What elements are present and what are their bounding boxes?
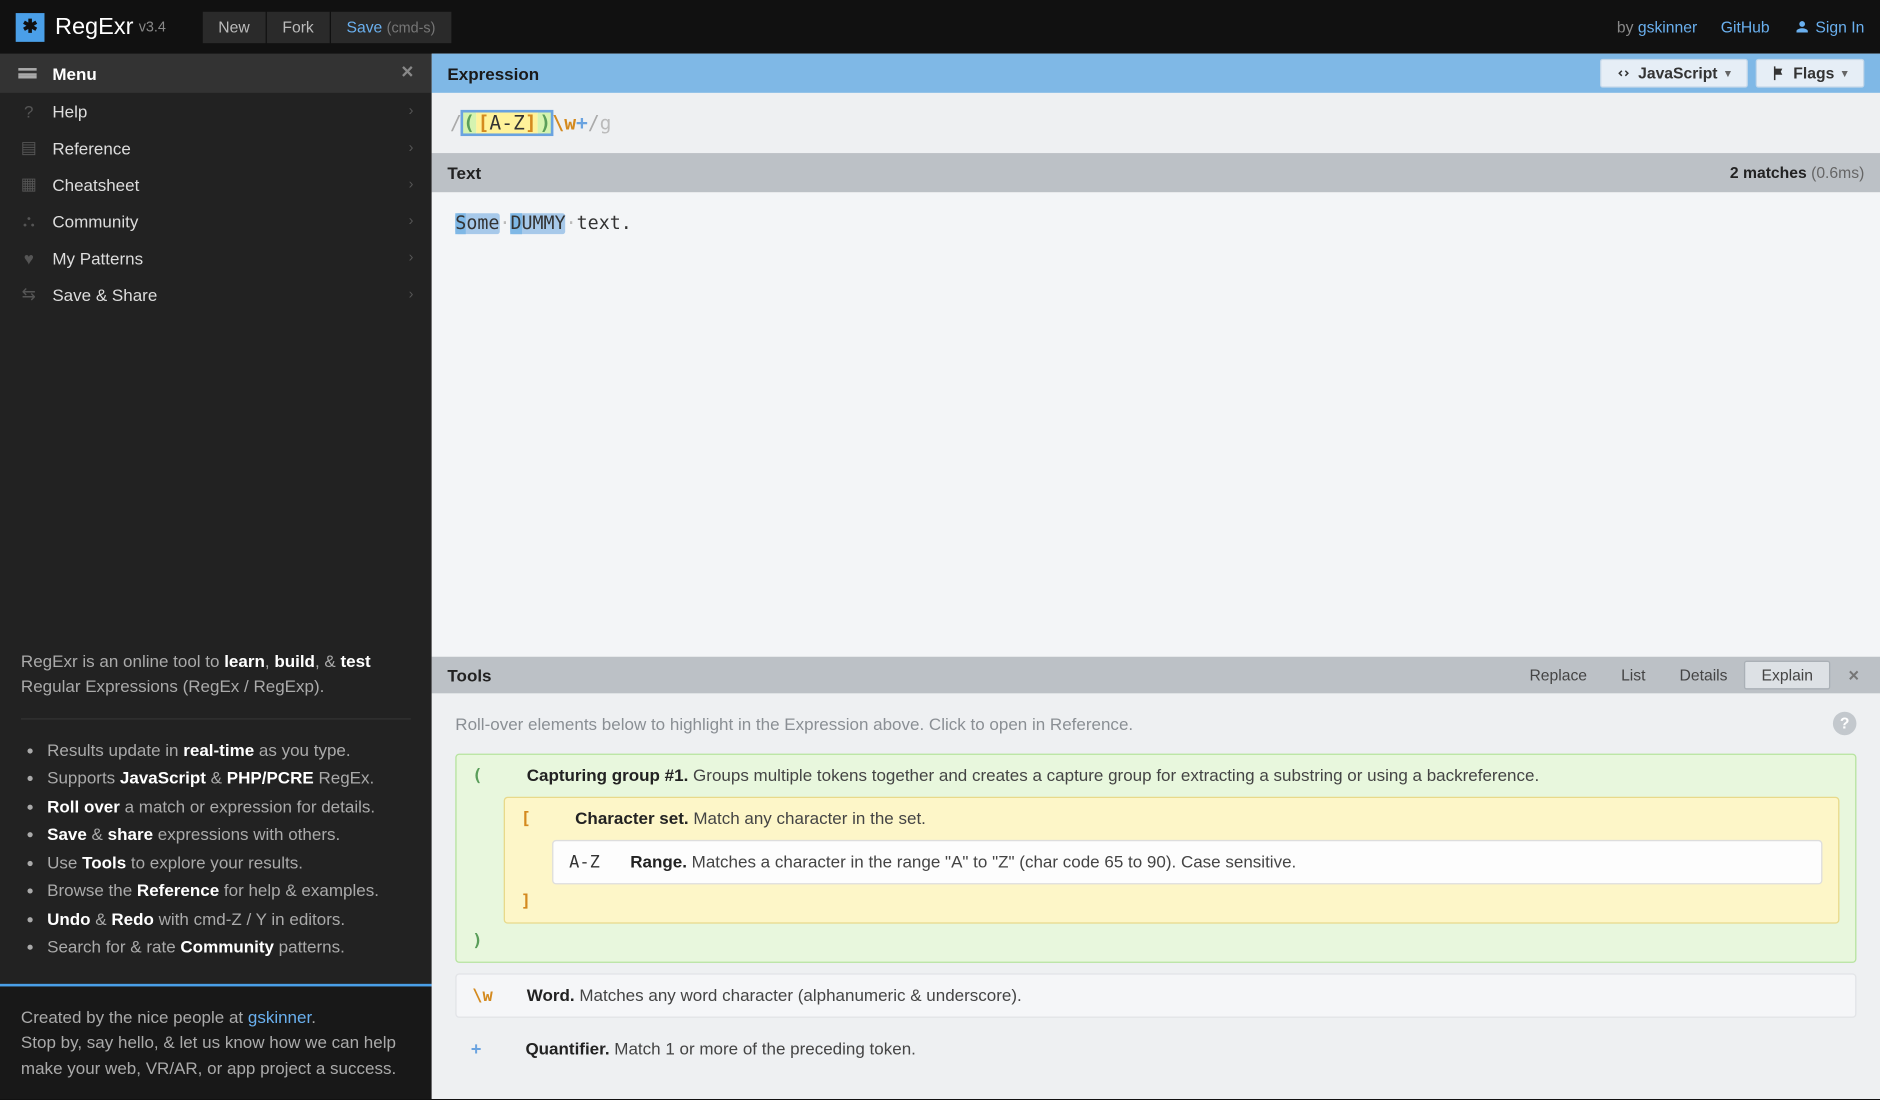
explain-range[interactable]: A-Z Range. Matches a character in the ra… bbox=[552, 840, 1822, 884]
chevron-right-icon: › bbox=[409, 287, 414, 303]
user-icon bbox=[1793, 18, 1810, 35]
tool-tab-list[interactable]: List bbox=[1604, 661, 1662, 690]
signin-label: Sign In bbox=[1815, 18, 1864, 36]
sidebar: Menu × ? Help › ▤ Reference › ▦ Cheatsheet › ⛬ Com… bbox=[0, 54, 432, 1099]
sidebar-item-label: Cheatsheet bbox=[52, 175, 139, 195]
chevron-right-icon: › bbox=[409, 213, 414, 229]
expression-input[interactable]: / ([A-Z]) \w+/g bbox=[432, 93, 1880, 153]
about-bullet: Browse the Reference for help & examples… bbox=[47, 878, 411, 904]
expr-range: A-Z bbox=[489, 111, 524, 135]
share-icon: ⇆ bbox=[18, 284, 39, 305]
footer-line2: Stop by, say hello, & let us know how we… bbox=[21, 1030, 411, 1081]
expr-quantifier: + bbox=[576, 111, 588, 135]
chevron-down-icon: ▼ bbox=[1723, 67, 1733, 79]
sidebar-item-label: Help bbox=[52, 101, 87, 121]
expr-group-close: ) bbox=[538, 111, 552, 135]
about-bullet: Use Tools to explore your results. bbox=[47, 850, 411, 876]
footer-created: Created by the nice people at gskinner. bbox=[21, 1004, 411, 1030]
sidebar-item-cheatsheet[interactable]: ▦ Cheatsheet › bbox=[0, 166, 432, 203]
book-icon: ▤ bbox=[18, 137, 39, 158]
about-bullet: Save & share expressions with others. bbox=[47, 822, 411, 848]
explain-group-close: ) bbox=[472, 931, 501, 951]
menu-header: Menu × bbox=[0, 54, 432, 93]
tools-header: Tools ReplaceListDetailsExplain × bbox=[432, 657, 1880, 694]
expr-charset-close: ] bbox=[525, 111, 537, 135]
code-icon bbox=[1615, 64, 1633, 82]
about-bullet: Results update in real-time as you type. bbox=[47, 737, 411, 763]
tool-tab-explain[interactable]: Explain bbox=[1745, 661, 1831, 690]
about-bullet: Search for & rate Community patterns. bbox=[47, 934, 411, 960]
expr-charset-open: [ bbox=[478, 111, 490, 135]
by-label: by gskinner bbox=[1617, 18, 1697, 36]
sidebar-item-label: Save & Share bbox=[52, 285, 157, 305]
expression-title: Expression bbox=[447, 63, 539, 83]
heart-icon: ♥ bbox=[18, 247, 39, 268]
explain-charset-close: ] bbox=[521, 892, 550, 912]
tools-title: Tools bbox=[447, 665, 491, 685]
about-bullet: Supports JavaScript & PHP/PCRE RegEx. bbox=[47, 765, 411, 791]
expr-group-open: ( bbox=[462, 111, 476, 135]
menu-list-icon bbox=[18, 68, 39, 78]
explain-quantifier[interactable]: + Quantifier. Match 1 or more of the pre… bbox=[455, 1028, 1856, 1070]
flags-dropdown[interactable]: Flags ▼ bbox=[1755, 59, 1864, 88]
chevron-right-icon: › bbox=[409, 103, 414, 119]
sidebar-footer: Created by the nice people at gskinner. … bbox=[0, 983, 432, 1099]
expression-header: Expression JavaScript ▼ Flags ▼ bbox=[432, 54, 1880, 93]
tool-tab-replace[interactable]: Replace bbox=[1512, 661, 1604, 690]
text-title: Text bbox=[447, 163, 481, 183]
save-button-label: Save bbox=[346, 18, 382, 36]
sidebar-item-label: Community bbox=[52, 211, 138, 231]
chevron-down-icon: ▼ bbox=[1840, 67, 1850, 79]
sidebar-item-save-share[interactable]: ⇆ Save & Share › bbox=[0, 276, 432, 313]
explain-word[interactable]: \w Word. Matches any word character (alp… bbox=[455, 973, 1856, 1017]
text-input[interactable]: Some·DUMMY·text. bbox=[432, 192, 1880, 656]
tools-hint-text: Roll-over elements below to highlight in… bbox=[455, 714, 1133, 734]
flavor-dropdown[interactable]: JavaScript ▼ bbox=[1600, 59, 1747, 88]
brand-name: RegExr bbox=[55, 13, 134, 40]
fork-button[interactable]: Fork bbox=[267, 11, 330, 42]
sidebar-item-label: My Patterns bbox=[52, 248, 143, 268]
expr-word-class: \w bbox=[552, 111, 576, 135]
save-button-hint: (cmd-s) bbox=[387, 20, 436, 36]
flag-icon bbox=[1770, 64, 1788, 82]
about-bullet: Undo & Redo with cmd-Z / Y in editors. bbox=[47, 906, 411, 932]
about-panel: RegExr is an online tool to learn, build… bbox=[0, 627, 432, 983]
people-icon: ⛬ bbox=[18, 211, 39, 232]
text-header: Text 2 matches (0.6ms) bbox=[432, 153, 1880, 192]
flavor-label: JavaScript bbox=[1638, 64, 1717, 82]
about-bullet: Roll over a match or expression for deta… bbox=[47, 793, 411, 819]
signin-link[interactable]: Sign In bbox=[1793, 18, 1864, 36]
explain-charset[interactable]: [ Character set. Match any character in … bbox=[504, 797, 1840, 924]
flags-label: Flags bbox=[1793, 64, 1834, 82]
github-link[interactable]: GitHub bbox=[1721, 18, 1770, 36]
expr-flags: g bbox=[600, 111, 612, 135]
save-button[interactable]: Save (cmd-s) bbox=[331, 11, 451, 42]
match-count: 2 matches (0.6ms) bbox=[1730, 164, 1864, 182]
document-icon: ▦ bbox=[18, 174, 39, 195]
sidebar-item-reference[interactable]: ▤ Reference › bbox=[0, 130, 432, 167]
logo-icon: ✱ bbox=[16, 12, 45, 41]
about-intro: RegExr is an online tool to learn, build… bbox=[21, 648, 411, 699]
menu-close-button[interactable]: × bbox=[401, 61, 413, 85]
author-link[interactable]: gskinner bbox=[1638, 18, 1697, 36]
chevron-right-icon: › bbox=[409, 177, 414, 193]
new-button[interactable]: New bbox=[203, 11, 266, 42]
tools-close-button[interactable]: × bbox=[1843, 665, 1864, 686]
menu-title: Menu bbox=[52, 63, 96, 83]
version-label: v3.4 bbox=[139, 19, 166, 35]
app-header: ✱ RegExr v3.4 New Fork Save (cmd-s) by g… bbox=[0, 0, 1880, 54]
tool-tab-details[interactable]: Details bbox=[1663, 661, 1745, 690]
chevron-right-icon: › bbox=[409, 140, 414, 156]
sidebar-item-help[interactable]: ? Help › bbox=[0, 93, 432, 130]
gskinner-link[interactable]: gskinner bbox=[248, 1007, 311, 1027]
sidebar-item-label: Reference bbox=[52, 138, 130, 158]
sidebar-item-my-patterns[interactable]: ♥ My Patterns › bbox=[0, 239, 432, 276]
sidebar-item-community[interactable]: ⛬ Community › bbox=[0, 203, 432, 240]
explain-group[interactable]: ( Capturing group #1. Groups multiple to… bbox=[455, 754, 1856, 963]
chevron-right-icon: › bbox=[409, 250, 414, 266]
help-circle-icon: ? bbox=[18, 101, 39, 122]
tools-help-button[interactable]: ? bbox=[1833, 712, 1857, 736]
tools-body: Roll-over elements below to highlight in… bbox=[432, 693, 1880, 1099]
main-content: Expression JavaScript ▼ Flags ▼ / bbox=[432, 54, 1880, 1099]
